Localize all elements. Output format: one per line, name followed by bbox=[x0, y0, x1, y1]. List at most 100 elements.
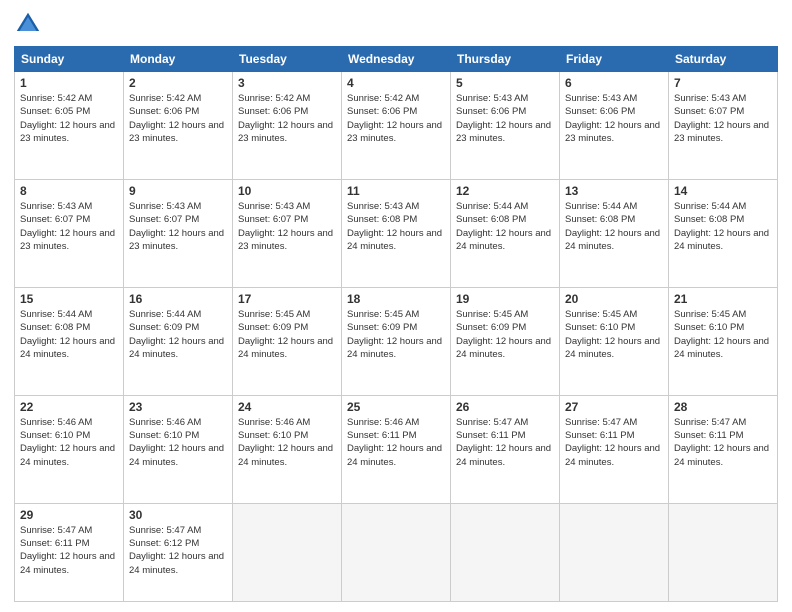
weekday-header-friday: Friday bbox=[560, 47, 669, 72]
day-number: 24 bbox=[238, 400, 336, 414]
day-info: Sunrise: 5:42 AM Sunset: 6:06 PM Dayligh… bbox=[129, 92, 227, 145]
empty-cell bbox=[451, 503, 560, 601]
day-info: Sunrise: 5:44 AM Sunset: 6:08 PM Dayligh… bbox=[565, 200, 663, 253]
day-info: Sunrise: 5:46 AM Sunset: 6:10 PM Dayligh… bbox=[238, 416, 336, 469]
calendar-day-8: 8 Sunrise: 5:43 AM Sunset: 6:07 PM Dayli… bbox=[15, 179, 124, 287]
day-info: Sunrise: 5:45 AM Sunset: 6:10 PM Dayligh… bbox=[565, 308, 663, 361]
day-info: Sunrise: 5:45 AM Sunset: 6:09 PM Dayligh… bbox=[347, 308, 445, 361]
calendar-day-25: 25 Sunrise: 5:46 AM Sunset: 6:11 PM Dayl… bbox=[342, 395, 451, 503]
day-info: Sunrise: 5:46 AM Sunset: 6:10 PM Dayligh… bbox=[20, 416, 118, 469]
calendar-day-6: 6 Sunrise: 5:43 AM Sunset: 6:06 PM Dayli… bbox=[560, 72, 669, 180]
day-number: 28 bbox=[674, 400, 772, 414]
calendar-day-11: 11 Sunrise: 5:43 AM Sunset: 6:08 PM Dayl… bbox=[342, 179, 451, 287]
calendar-day-2: 2 Sunrise: 5:42 AM Sunset: 6:06 PM Dayli… bbox=[124, 72, 233, 180]
calendar-day-4: 4 Sunrise: 5:42 AM Sunset: 6:06 PM Dayli… bbox=[342, 72, 451, 180]
day-number: 20 bbox=[565, 292, 663, 306]
calendar-day-17: 17 Sunrise: 5:45 AM Sunset: 6:09 PM Dayl… bbox=[233, 287, 342, 395]
day-info: Sunrise: 5:42 AM Sunset: 6:05 PM Dayligh… bbox=[20, 92, 118, 145]
day-number: 30 bbox=[129, 508, 227, 522]
day-info: Sunrise: 5:44 AM Sunset: 6:08 PM Dayligh… bbox=[20, 308, 118, 361]
weekday-header-saturday: Saturday bbox=[669, 47, 778, 72]
day-info: Sunrise: 5:47 AM Sunset: 6:11 PM Dayligh… bbox=[565, 416, 663, 469]
weekday-header-monday: Monday bbox=[124, 47, 233, 72]
day-info: Sunrise: 5:46 AM Sunset: 6:11 PM Dayligh… bbox=[347, 416, 445, 469]
calendar-table: SundayMondayTuesdayWednesdayThursdayFrid… bbox=[14, 46, 778, 602]
calendar-day-12: 12 Sunrise: 5:44 AM Sunset: 6:08 PM Dayl… bbox=[451, 179, 560, 287]
weekday-header-tuesday: Tuesday bbox=[233, 47, 342, 72]
calendar-day-29: 29 Sunrise: 5:47 AM Sunset: 6:11 PM Dayl… bbox=[15, 503, 124, 601]
calendar-day-20: 20 Sunrise: 5:45 AM Sunset: 6:10 PM Dayl… bbox=[560, 287, 669, 395]
weekday-header-wednesday: Wednesday bbox=[342, 47, 451, 72]
day-info: Sunrise: 5:45 AM Sunset: 6:09 PM Dayligh… bbox=[456, 308, 554, 361]
day-info: Sunrise: 5:47 AM Sunset: 6:11 PM Dayligh… bbox=[674, 416, 772, 469]
page: SundayMondayTuesdayWednesdayThursdayFrid… bbox=[0, 0, 792, 612]
day-number: 1 bbox=[20, 76, 118, 90]
day-info: Sunrise: 5:42 AM Sunset: 6:06 PM Dayligh… bbox=[347, 92, 445, 145]
day-number: 9 bbox=[129, 184, 227, 198]
calendar-day-27: 27 Sunrise: 5:47 AM Sunset: 6:11 PM Dayl… bbox=[560, 395, 669, 503]
day-number: 23 bbox=[129, 400, 227, 414]
weekday-header-thursday: Thursday bbox=[451, 47, 560, 72]
day-number: 5 bbox=[456, 76, 554, 90]
day-number: 12 bbox=[456, 184, 554, 198]
day-info: Sunrise: 5:44 AM Sunset: 6:08 PM Dayligh… bbox=[674, 200, 772, 253]
day-info: Sunrise: 5:43 AM Sunset: 6:06 PM Dayligh… bbox=[456, 92, 554, 145]
weekday-header-sunday: Sunday bbox=[15, 47, 124, 72]
day-number: 13 bbox=[565, 184, 663, 198]
day-info: Sunrise: 5:43 AM Sunset: 6:07 PM Dayligh… bbox=[20, 200, 118, 253]
day-number: 27 bbox=[565, 400, 663, 414]
calendar-day-5: 5 Sunrise: 5:43 AM Sunset: 6:06 PM Dayli… bbox=[451, 72, 560, 180]
day-info: Sunrise: 5:43 AM Sunset: 6:07 PM Dayligh… bbox=[238, 200, 336, 253]
day-number: 19 bbox=[456, 292, 554, 306]
calendar-day-22: 22 Sunrise: 5:46 AM Sunset: 6:10 PM Dayl… bbox=[15, 395, 124, 503]
calendar-day-10: 10 Sunrise: 5:43 AM Sunset: 6:07 PM Dayl… bbox=[233, 179, 342, 287]
day-info: Sunrise: 5:44 AM Sunset: 6:08 PM Dayligh… bbox=[456, 200, 554, 253]
calendar-day-18: 18 Sunrise: 5:45 AM Sunset: 6:09 PM Dayl… bbox=[342, 287, 451, 395]
calendar-day-7: 7 Sunrise: 5:43 AM Sunset: 6:07 PM Dayli… bbox=[669, 72, 778, 180]
calendar-day-9: 9 Sunrise: 5:43 AM Sunset: 6:07 PM Dayli… bbox=[124, 179, 233, 287]
calendar-day-28: 28 Sunrise: 5:47 AM Sunset: 6:11 PM Dayl… bbox=[669, 395, 778, 503]
day-info: Sunrise: 5:45 AM Sunset: 6:10 PM Dayligh… bbox=[674, 308, 772, 361]
calendar-day-1: 1 Sunrise: 5:42 AM Sunset: 6:05 PM Dayli… bbox=[15, 72, 124, 180]
empty-cell bbox=[342, 503, 451, 601]
day-info: Sunrise: 5:47 AM Sunset: 6:11 PM Dayligh… bbox=[20, 524, 118, 577]
calendar-day-30: 30 Sunrise: 5:47 AM Sunset: 6:12 PM Dayl… bbox=[124, 503, 233, 601]
day-number: 14 bbox=[674, 184, 772, 198]
calendar-week-3: 15 Sunrise: 5:44 AM Sunset: 6:08 PM Dayl… bbox=[15, 287, 778, 395]
calendar-day-13: 13 Sunrise: 5:44 AM Sunset: 6:08 PM Dayl… bbox=[560, 179, 669, 287]
header bbox=[14, 10, 778, 38]
day-info: Sunrise: 5:43 AM Sunset: 6:06 PM Dayligh… bbox=[565, 92, 663, 145]
calendar-day-15: 15 Sunrise: 5:44 AM Sunset: 6:08 PM Dayl… bbox=[15, 287, 124, 395]
day-number: 11 bbox=[347, 184, 445, 198]
calendar-day-24: 24 Sunrise: 5:46 AM Sunset: 6:10 PM Dayl… bbox=[233, 395, 342, 503]
day-info: Sunrise: 5:44 AM Sunset: 6:09 PM Dayligh… bbox=[129, 308, 227, 361]
day-number: 10 bbox=[238, 184, 336, 198]
day-info: Sunrise: 5:43 AM Sunset: 6:07 PM Dayligh… bbox=[674, 92, 772, 145]
calendar-day-14: 14 Sunrise: 5:44 AM Sunset: 6:08 PM Dayl… bbox=[669, 179, 778, 287]
day-number: 16 bbox=[129, 292, 227, 306]
day-info: Sunrise: 5:43 AM Sunset: 6:08 PM Dayligh… bbox=[347, 200, 445, 253]
day-number: 17 bbox=[238, 292, 336, 306]
day-number: 22 bbox=[20, 400, 118, 414]
calendar-day-23: 23 Sunrise: 5:46 AM Sunset: 6:10 PM Dayl… bbox=[124, 395, 233, 503]
day-info: Sunrise: 5:47 AM Sunset: 6:12 PM Dayligh… bbox=[129, 524, 227, 577]
day-number: 4 bbox=[347, 76, 445, 90]
calendar-day-3: 3 Sunrise: 5:42 AM Sunset: 6:06 PM Dayli… bbox=[233, 72, 342, 180]
calendar-day-19: 19 Sunrise: 5:45 AM Sunset: 6:09 PM Dayl… bbox=[451, 287, 560, 395]
calendar-week-1: 1 Sunrise: 5:42 AM Sunset: 6:05 PM Dayli… bbox=[15, 72, 778, 180]
day-number: 2 bbox=[129, 76, 227, 90]
day-number: 15 bbox=[20, 292, 118, 306]
day-number: 26 bbox=[456, 400, 554, 414]
day-info: Sunrise: 5:45 AM Sunset: 6:09 PM Dayligh… bbox=[238, 308, 336, 361]
weekday-header-row: SundayMondayTuesdayWednesdayThursdayFrid… bbox=[15, 47, 778, 72]
empty-cell bbox=[233, 503, 342, 601]
calendar-day-26: 26 Sunrise: 5:47 AM Sunset: 6:11 PM Dayl… bbox=[451, 395, 560, 503]
day-number: 21 bbox=[674, 292, 772, 306]
calendar-week-2: 8 Sunrise: 5:43 AM Sunset: 6:07 PM Dayli… bbox=[15, 179, 778, 287]
day-info: Sunrise: 5:47 AM Sunset: 6:11 PM Dayligh… bbox=[456, 416, 554, 469]
day-info: Sunrise: 5:43 AM Sunset: 6:07 PM Dayligh… bbox=[129, 200, 227, 253]
logo bbox=[14, 10, 46, 38]
day-number: 25 bbox=[347, 400, 445, 414]
day-number: 6 bbox=[565, 76, 663, 90]
calendar-week-4: 22 Sunrise: 5:46 AM Sunset: 6:10 PM Dayl… bbox=[15, 395, 778, 503]
